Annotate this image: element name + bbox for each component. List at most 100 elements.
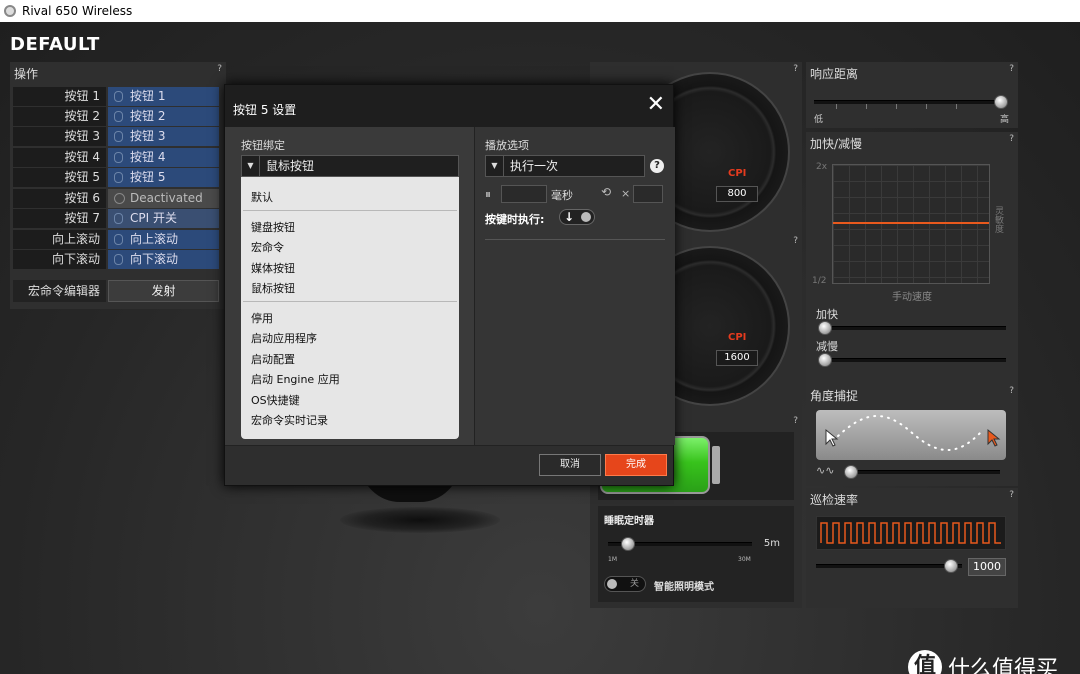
accel-y-bottom: 1/2 [812,276,827,286]
polling-rate-title: 巡检速率 [810,493,859,507]
response-distance-knob[interactable] [994,95,1008,109]
button-row-label: 向上滚动 [13,230,106,249]
accel-knob[interactable] [818,321,832,335]
help-icon[interactable]: ? [1009,386,1014,396]
accel-track[interactable] [820,326,1006,330]
button-binding-2[interactable]: 按钮 2 [108,107,219,126]
repeat-count-input[interactable] [633,185,663,203]
menu-item-os-shortcut[interactable]: OS快捷键 [251,392,300,408]
macro-launch-button[interactable]: 发射 [108,280,219,302]
button-row-5[interactable]: 按钮 5 按钮 5 [13,168,219,187]
help-icon[interactable]: ? [1009,64,1014,74]
button-binding-3[interactable]: 按钮 3 [108,127,219,146]
response-distance-title: 响应距离 [810,67,859,81]
macro-editor-label: 宏命令编辑器 [13,280,106,302]
cpi-label: CPI [728,332,747,343]
done-button[interactable]: 完成 [605,454,667,476]
binding-select[interactable]: ▼ 鼠标按钮 [241,155,459,177]
button-settings-dialog: 按钮 5 设置 ✕ 按钮绑定 ▼ 鼠标按钮 默认 键盘按钮 宏命令 媒体按钮 鼠… [224,84,675,486]
button-binding-1[interactable]: 按钮 1 [108,87,219,106]
button-row-3[interactable]: 按钮 3 按钮 3 [13,127,219,146]
playback-section: 播放选项 ▼ 执行一次 ? ⏸ 毫秒 ⟲ × 按键时执行: ↓ [475,127,675,445]
menu-item-macro-live[interactable]: 宏命令实时记录 [251,412,328,428]
decel-knob[interactable] [818,353,832,367]
button-row-6[interactable]: 按钮 6 Deactivated [13,189,219,208]
help-icon[interactable]: ? [650,159,664,173]
close-icon[interactable]: ✕ [647,93,665,117]
binding-select-value: 鼠标按钮 [266,159,315,173]
button-row-label: 按钮 5 [13,168,106,187]
menu-item-macro[interactable]: 宏命令 [251,239,284,255]
button-row-label: 按钮 7 [13,209,106,228]
tick [836,104,837,109]
scroll-down-row[interactable]: 向下滚动 向下滚动 [13,250,219,269]
help-icon[interactable]: ? [217,64,222,74]
polling-rate-panel: 巡检速率 ? 1000 [806,488,1018,608]
polling-rate-knob[interactable] [944,559,958,573]
menu-item-disable[interactable]: 停用 [251,310,273,326]
response-distance-track[interactable] [814,100,1004,104]
angle-snapping-panel: 角度捕捉 ? ∿∿ [806,384,1018,486]
angle-snapping-knob[interactable] [844,465,858,479]
polling-rate-track[interactable] [816,564,962,568]
mouse-icon [114,152,123,163]
sleep-timer-max: 30M [738,556,751,563]
button-binding-4[interactable]: 按钮 4 [108,148,219,167]
menu-item-launch-engine[interactable]: 启动 Engine 应用 [251,371,340,387]
playback-select[interactable]: ▼ 执行一次 [485,155,645,177]
cpi-value-1[interactable]: 800 [716,186,758,202]
angle-wave-graphic [825,415,1001,451]
chevron-down-icon: ▼ [486,156,504,176]
button-row-1[interactable]: 按钮 1 按钮 1 [13,87,219,106]
help-icon[interactable]: ? [793,416,798,426]
help-icon[interactable]: ? [793,64,798,74]
menu-item-keyboard[interactable]: 键盘按钮 [251,219,295,235]
chevron-down-icon: ▼ [242,156,260,176]
button-row-4[interactable]: 按钮 4 按钮 4 [13,148,219,167]
button-binding-6[interactable]: Deactivated [108,189,219,208]
steelseries-app-icon [4,5,16,17]
menu-item-mouse[interactable]: 鼠标按钮 [251,280,295,296]
smart-lighting-toggle[interactable]: 关 [604,576,646,592]
exec-on-press-toggle[interactable]: ↓ [559,209,595,225]
button-binding-5[interactable]: 按钮 5 [108,168,219,187]
divider [485,239,665,240]
dialog-footer: 取消 完成 [225,445,673,485]
help-icon[interactable]: ? [1009,490,1014,500]
cancel-button[interactable]: 取消 [539,454,601,476]
button-row-2[interactable]: 按钮 2 按钮 2 [13,107,219,126]
button-row-7[interactable]: 按钮 7 CPI 开关 [13,209,219,228]
angle-snapping-track[interactable] [844,470,1000,474]
button-row-label: 按钮 3 [13,127,106,146]
acceleration-title: 加快/减慢 [810,137,863,151]
battery-cap [712,446,720,484]
mouse-icon [114,91,123,102]
button-row-label: 向下滚动 [13,250,106,269]
tick [866,104,867,109]
menu-divider [243,210,457,211]
acceleration-graph[interactable] [832,164,990,284]
sleep-timer-knob[interactable] [621,537,636,551]
decel-track[interactable] [820,358,1006,362]
ms-label: 毫秒 [551,189,573,202]
delay-ms-input[interactable] [501,185,547,203]
accel-x-label: 手动速度 [892,292,932,303]
menu-item-default[interactable]: 默认 [251,189,273,205]
accel-y-top: 2x [816,162,828,172]
window-title: Rival 650 Wireless [22,4,133,18]
accel-label: 加快 [816,308,838,321]
menu-item-media[interactable]: 媒体按钮 [251,260,295,276]
menu-item-launch-app[interactable]: 启动应用程序 [251,330,317,346]
mouse-icon [114,234,123,245]
scroll-up-binding[interactable]: 向上滚动 [108,230,219,249]
scroll-down-binding[interactable]: 向下滚动 [108,250,219,269]
menu-item-launch-config[interactable]: 启动配置 [251,351,295,367]
help-icon[interactable]: ? [1009,134,1014,144]
accel-y-label: 灵敏度 [993,206,1003,233]
help-icon[interactable]: ? [793,236,798,246]
polling-rate-value[interactable]: 1000 [968,558,1006,576]
acceleration-panel: 加快/减慢 ? 2x 1/2 灵敏度 手动速度 加快 减慢 [806,132,1018,400]
cpi-value-2[interactable]: 1600 [716,350,758,366]
button-binding-7[interactable]: CPI 开关 [108,209,219,228]
scroll-up-row[interactable]: 向上滚动 向上滚动 [13,230,219,249]
